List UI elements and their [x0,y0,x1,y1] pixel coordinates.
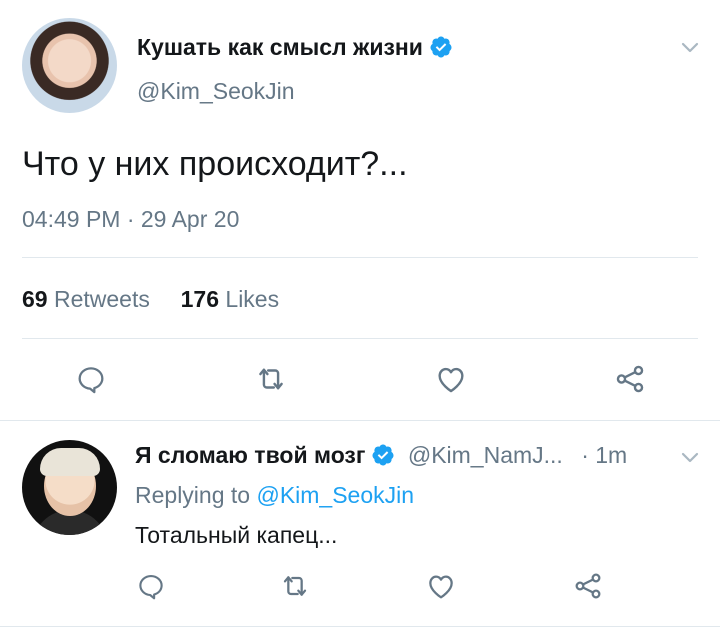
tweet-timestamp[interactable]: 04:49 PM · 29 Apr 20 [22,206,239,233]
reply-icon [139,574,163,600]
verified-icon [372,444,394,466]
author-name-row[interactable]: Кушать как смысл жизни [137,34,453,61]
replying-to-line: Replying to @Kim_SeokJin [135,482,414,509]
divider [22,257,698,258]
likes-stat[interactable]: 176 Likes [181,286,279,312]
like-icon [438,367,464,393]
reply-time[interactable]: · 1m [581,442,627,468]
tweet-stats: 69 Retweets 176 Likes [22,286,279,313]
chevron-down-icon[interactable] [678,446,702,470]
reply-share-button[interactable] [570,568,606,604]
retweet-icon [259,368,283,390]
author-handle[interactable]: @Kim_SeokJin [137,78,295,105]
reply-display-name[interactable]: Я сломаю твой мозг [135,442,365,468]
author-display-name: Кушать как смысл жизни [137,34,423,60]
retweets-label: Retweets [53,286,150,312]
tweet-text: Что у них происходит?... [22,145,408,183]
retweet-icon [283,576,307,596]
likes-label: Likes [225,286,280,312]
share-icon [575,573,601,599]
reply-header: Я сломаю твой мозг @Kim_NamJ... · 1m [135,442,627,469]
share-icon [616,365,644,393]
reply-retweet-button[interactable] [277,568,313,604]
retweet-button[interactable] [253,361,289,397]
reply-button[interactable] [73,361,109,397]
replying-to-link[interactable]: @Kim_SeokJin [256,482,414,508]
like-button[interactable] [433,361,469,397]
reply-handle[interactable]: @Kim_NamJ... [408,442,563,468]
like-icon [429,575,453,599]
reply-icon [78,367,104,394]
share-button[interactable] [612,361,648,397]
replying-to-prefix: Replying to [135,482,251,508]
retweets-stat[interactable]: 69 Retweets [22,286,150,312]
reply-avatar[interactable] [22,440,117,535]
likes-count: 176 [180,286,220,312]
author-avatar[interactable] [22,18,117,113]
reply-reply-button[interactable] [133,568,169,604]
verified-icon [430,36,452,58]
retweets-count: 69 [22,286,48,312]
divider [22,338,698,339]
divider [0,626,720,627]
chevron-down-icon[interactable] [678,36,702,60]
reply-like-button[interactable] [423,568,459,604]
divider [0,420,720,421]
reply-text: Тотальный капец... [135,522,338,548]
